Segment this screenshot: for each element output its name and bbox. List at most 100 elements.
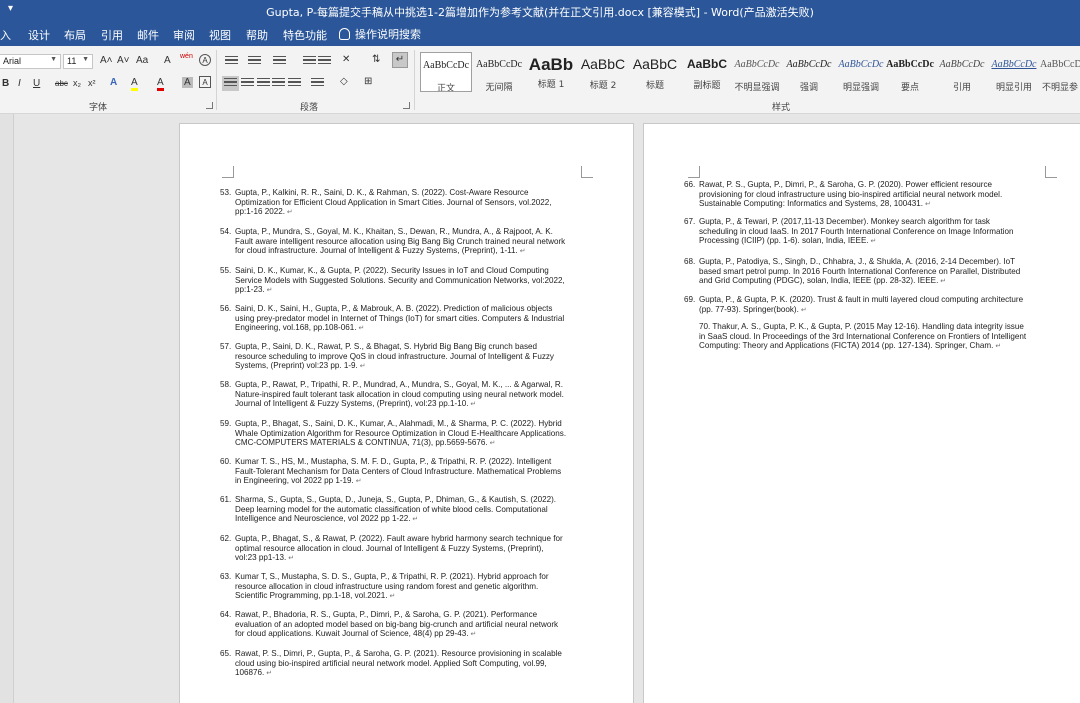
style-title[interactable]: AaBbC 标题 <box>629 52 681 92</box>
font-name-select[interactable]: Arial ▼ <box>0 54 61 69</box>
reference-entry: 70. Thakur, A. S., Gupta, P. K., & Gupta… <box>699 322 1026 352</box>
style-preview: AaBbCcDc <box>939 59 985 70</box>
distributed-icon[interactable] <box>288 78 301 89</box>
justify-icon[interactable] <box>272 78 285 89</box>
paragraph-mark-icon: ↵ <box>284 209 293 216</box>
bold-button[interactable]: B <box>2 78 9 89</box>
reference-text-line: (pp. 77-93). Springer(book). ↵ <box>699 304 807 314</box>
reference-text-line: Computing: Theory and Applications (FICT… <box>699 341 1002 350</box>
tab-design[interactable]: 设计 <box>28 27 50 43</box>
paragraph-mark-icon: ↵ <box>868 238 877 245</box>
tab-insert[interactable]: 入 <box>0 27 11 43</box>
borders-icon[interactable]: ⊞ <box>364 76 372 87</box>
char-border-button[interactable]: A <box>199 76 211 88</box>
document-page-1[interactable]: 53. Gupta, P., Kalkini, R. R., Saini, D. … <box>179 123 634 703</box>
reference-entry: 60. Kumar T. S., HS, M., Mustapha, S. M. … <box>220 457 561 487</box>
change-case-button[interactable]: Aa <box>136 55 148 66</box>
reference-text-line: Deep learning model for the automatic cl… <box>235 504 548 514</box>
style-intense-emphasis[interactable]: AaBbCcDc 明显强调 <box>835 52 887 92</box>
strikethrough-button[interactable]: abc <box>55 79 68 88</box>
subscript-button[interactable]: x₂ <box>73 78 81 88</box>
superscript-button[interactable]: x² <box>88 78 96 88</box>
style-strong[interactable]: AaBbCcDc 要点 <box>884 52 936 92</box>
style-subtle-emphasis[interactable]: AaBbCcDc 不明显强调 <box>731 52 783 92</box>
reference-text-line: Optimization for Efficient Cloud Applica… <box>235 197 552 207</box>
document-page-2[interactable]: 66. Rawat, P. S., Gupta, P., Dimri, P., &… <box>643 123 1080 703</box>
align-left-icon[interactable] <box>222 76 239 91</box>
reference-entry: 64. Rawat, P., Bhadoria, R. S., Gupta, P.… <box>220 610 558 640</box>
reference-text-line: for cloud applications. Kuwait Journal o… <box>235 629 477 638</box>
reference-text-line: Saini, D. K., Saini, H., Gupta, P., & Ma… <box>235 304 553 313</box>
style-no-spacing[interactable]: AaBbCcDc 无间隔 <box>473 52 525 92</box>
reference-number: 66. <box>684 180 696 189</box>
highlight-button[interactable]: A <box>131 77 138 91</box>
reference-number: 68. <box>684 257 696 266</box>
reference-number: 58. <box>220 380 232 389</box>
tell-me-label: 操作说明搜索 <box>355 28 421 41</box>
multilevel-list-icon[interactable] <box>273 56 286 67</box>
text-effects-button[interactable]: A <box>110 77 117 88</box>
tab-layout[interactable]: 布局 <box>64 27 86 43</box>
style-emphasis[interactable]: AaBbCcDc 强调 <box>783 52 835 92</box>
tab-help[interactable]: 帮助 <box>246 27 268 43</box>
align-center-icon[interactable] <box>241 78 254 89</box>
font-size-select[interactable]: 11 ▼ <box>63 54 93 69</box>
shrink-font-button[interactable]: A˅ <box>117 55 130 66</box>
bullets-icon[interactable] <box>225 56 238 67</box>
increase-indent-icon[interactable] <box>318 56 331 67</box>
reference-text-line: Nature-inspired fault tolerant task allo… <box>235 389 564 399</box>
chinese-layout-icon[interactable]: ✕ <box>342 54 350 65</box>
phonetic-guide-button[interactable]: wén <box>180 53 193 60</box>
align-right-icon[interactable] <box>257 78 270 89</box>
show-marks-icon[interactable]: ↵ <box>392 52 408 68</box>
char-shading-button[interactable]: A <box>182 77 193 88</box>
reference-entry: 56. Saini, D. K., Saini, H., Gupta, P., &… <box>220 304 564 334</box>
italic-button[interactable]: I <box>18 78 21 89</box>
sort-icon[interactable]: ⇅ <box>372 54 380 65</box>
decrease-indent-icon[interactable] <box>303 56 316 67</box>
margin-corner-mark <box>222 166 234 178</box>
reference-number: 63. <box>220 572 232 581</box>
style-heading-2[interactable]: AaBbC 标题 2 <box>577 52 629 92</box>
tab-features[interactable]: 特色功能 <box>283 27 327 43</box>
reference-text-line: Gupta, P., Patodiya, S., Singh, D., Chha… <box>699 257 1016 266</box>
style-name: 明显引用 <box>995 83 1032 92</box>
reference-text-line: pp:1-16 2022. ↵ <box>235 207 293 216</box>
style-preview: AaBb <box>528 55 574 74</box>
chevron-down-icon: ▼ <box>50 56 57 63</box>
style-intense-quote[interactable]: AaBbCcDc 明显引用 <box>988 52 1040 92</box>
style-name: 引用 <box>952 83 971 92</box>
reference-text-line: Engineering, vol.168, pp.108-061. ↵ <box>235 323 365 332</box>
title-bar: ▾ Gupta, P-每篇提交手稿从中挑选1-2篇增加作为参考文献(并在正文引用… <box>0 0 1080 22</box>
enclose-char-button[interactable]: A <box>199 54 211 66</box>
underline-button[interactable]: U <box>33 78 40 89</box>
style-quote[interactable]: AaBbCcDc 引用 <box>936 52 988 92</box>
tab-references[interactable]: 引用 <box>101 27 123 43</box>
paragraph-mark-icon: ↵ <box>387 593 396 600</box>
font-color-button[interactable]: A <box>157 77 164 91</box>
style-normal[interactable]: AaBbCcDc 正文 <box>420 52 472 92</box>
paragraph-dialog-launcher-icon[interactable] <box>403 102 410 109</box>
grow-font-button[interactable]: A˄ <box>100 55 113 66</box>
reference-entry: 55. Saini, D. K., Kumar, K., & Gupta, P. … <box>220 266 565 296</box>
tell-me-search[interactable]: 操作说明搜索 <box>339 26 421 42</box>
reference-text-line: Gupta, P., Bhagat, S., & Rawat, P. (2022… <box>235 534 563 543</box>
style-subtle-reference[interactable]: AaBbCcDc 不明显参 <box>1040 52 1080 92</box>
tab-view[interactable]: 视图 <box>209 27 231 43</box>
paragraph-mark-icon: ↵ <box>798 306 807 314</box>
reference-text-line: Gupta, P., & Tewari, P. (2017,11-13 Dece… <box>699 217 990 226</box>
line-spacing-icon[interactable] <box>311 78 324 89</box>
shading-icon[interactable]: ◇ <box>340 76 348 87</box>
style-heading-1[interactable]: AaBb 标题 1 <box>525 52 577 92</box>
tab-mailings[interactable]: 邮件 <box>137 27 159 43</box>
paragraph-mark-icon: ↵ <box>356 325 365 332</box>
font-dialog-launcher-icon[interactable] <box>206 102 213 109</box>
clear-format-button[interactable]: A <box>164 55 171 66</box>
paragraph-mark-icon: ↵ <box>264 670 273 677</box>
style-name: 明显强调 <box>842 83 879 92</box>
style-subtitle[interactable]: AaBbC 副标题 <box>681 52 733 92</box>
paragraph-mark-icon: ↵ <box>357 363 366 370</box>
reference-text-line: Gupta, P., Kalkini, R. R., Saini, D. K.,… <box>235 188 529 197</box>
tab-review[interactable]: 审阅 <box>173 27 195 43</box>
numbering-icon[interactable] <box>248 56 261 67</box>
